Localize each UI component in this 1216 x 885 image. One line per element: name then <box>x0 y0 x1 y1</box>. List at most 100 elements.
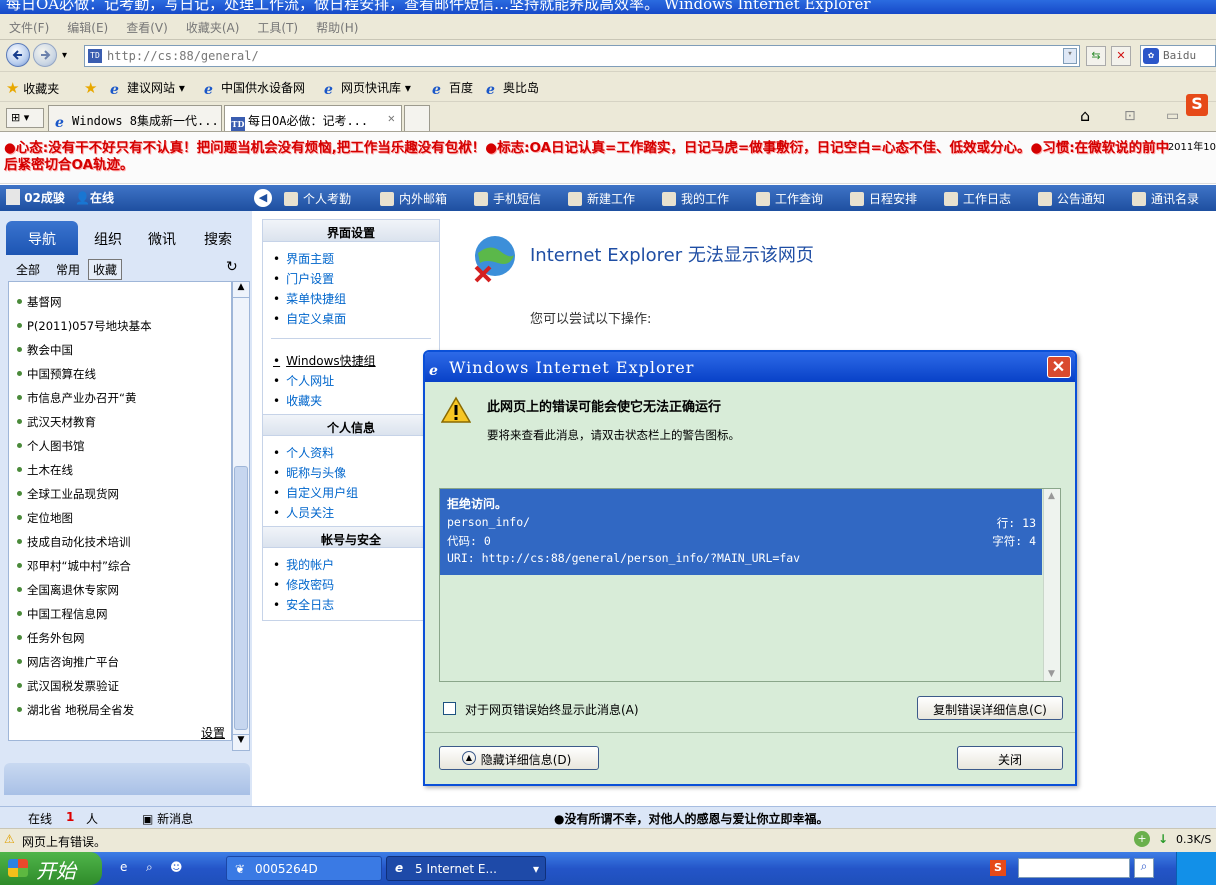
link-menu-shortcuts[interactable]: 菜单快捷组 <box>273 290 346 307</box>
taskbar-item-folder[interactable]: ❦ 0005264D <box>226 856 382 881</box>
subtab-all[interactable]: 全部 <box>16 261 40 278</box>
always-show-checkbox[interactable] <box>443 702 456 715</box>
close-button[interactable]: 关闭 <box>957 746 1063 770</box>
menu-favorites[interactable]: 收藏夹(A) <box>177 14 249 36</box>
feeds-icon[interactable]: ⊡ <box>1124 108 1136 124</box>
details-scrollbar[interactable]: ▲ ▼ <box>1043 489 1060 681</box>
forward-button[interactable] <box>33 43 57 67</box>
link-favorites[interactable]: 收藏夹 <box>273 392 322 409</box>
menu-tools[interactable]: 工具(T) <box>248 14 307 36</box>
hide-details-button[interactable]: ▲ 隐藏详细信息(D) <box>439 746 599 770</box>
link-portal[interactable]: 门户设置 <box>273 270 334 287</box>
nav-contacts[interactable]: 通讯名录 <box>1132 190 1216 207</box>
list-item[interactable]: P(2011)057号地块基本 <box>17 318 152 334</box>
tab-navigation[interactable]: 导航 <box>6 221 78 255</box>
link-follow[interactable]: 人员关注 <box>273 504 334 521</box>
nav-mail[interactable]: 内外邮箱 <box>380 190 447 207</box>
dialog-close-button[interactable]: ✕ <box>1047 356 1071 378</box>
tab-organization[interactable]: 组织 <box>82 221 134 255</box>
left-list-scrollbar[interactable]: ▲ ▼ <box>232 281 250 751</box>
favorites-center-button[interactable]: ★ 收藏夹 <box>6 79 59 97</box>
error-details-box[interactable]: 拒绝访问。 person_info/ 行: 13 代码: 0 字符: 4 URI… <box>439 488 1061 682</box>
list-item[interactable]: 中国预算在线 <box>17 366 96 382</box>
link-profile[interactable]: 个人资料 <box>273 444 334 461</box>
nav-work-log[interactable]: 工作日志 <box>944 190 1011 207</box>
nav-schedule[interactable]: 日程安排 <box>850 190 917 207</box>
back-button[interactable] <box>6 43 30 67</box>
list-item[interactable]: 中国工程信息网 <box>17 606 108 622</box>
tab-search[interactable]: 搜索 <box>192 221 244 255</box>
list-item[interactable]: 网店咨询推广平台 <box>17 654 119 670</box>
menu-view[interactable]: 查看(V) <box>117 14 177 36</box>
fav-link-suggested[interactable]: e 建议网站 ▾ <box>110 79 185 97</box>
always-show-label[interactable]: 对于网页错误始终显示此消息(A) <box>465 701 639 718</box>
menu-help[interactable]: 帮助(H) <box>307 14 367 36</box>
list-item[interactable]: 基督网 <box>17 294 62 310</box>
scroll-thumb[interactable] <box>234 466 248 730</box>
fav-link-web-slices[interactable]: e 网页快讯库 ▾ <box>324 79 411 97</box>
settings-link[interactable]: 设置 <box>201 724 225 741</box>
scroll-down-icon[interactable]: ▼ <box>233 734 249 750</box>
list-item[interactable]: 定位地图 <box>17 510 73 526</box>
list-item[interactable]: 武汉天材教育 <box>17 414 96 430</box>
tab-close-icon[interactable]: ✕ <box>388 111 395 125</box>
refresh-button[interactable]: ⇆ <box>1086 46 1106 66</box>
search-icon[interactable]: ⌕ <box>1134 858 1154 878</box>
nav-sms[interactable]: 手机短信 <box>474 190 541 207</box>
nav-my-work[interactable]: 我的工作 <box>662 190 729 207</box>
link-personal-urls[interactable]: 个人网址 <box>273 372 334 389</box>
link-nickname-avatar[interactable]: 昵称与头像 <box>273 464 346 481</box>
quick-tabs-button[interactable]: ⊞ ▾ <box>6 108 44 128</box>
start-button[interactable]: 开始 <box>0 852 102 885</box>
scroll-up-icon[interactable]: ▲ <box>233 282 249 298</box>
sogou-icon[interactable]: S <box>990 860 1006 876</box>
subtab-favorites[interactable]: 收藏 <box>88 259 123 280</box>
list-item[interactable]: 全球工业品现货网 <box>17 486 119 502</box>
menu-file[interactable]: 文件(F) <box>0 14 58 36</box>
tab-windows8[interactable]: e Windows 8集成新一代... <box>48 105 222 131</box>
list-item[interactable]: 湖北省 地税局全省发 <box>16 702 134 718</box>
collapse-left-icon[interactable]: ◀ <box>254 189 272 207</box>
online-count[interactable]: 1 <box>66 810 74 824</box>
link-windows-shortcuts[interactable]: Windows快捷组 <box>273 352 376 369</box>
link-security-log[interactable]: 安全日志 <box>273 596 334 613</box>
new-tab-button[interactable] <box>404 105 430 131</box>
refresh-icon[interactable]: ↻ <box>226 259 238 275</box>
menu-edit[interactable]: 编辑(E) <box>58 14 117 36</box>
link-my-account[interactable]: 我的帐户 <box>273 556 334 573</box>
address-dropdown-icon[interactable]: ▾ <box>1063 48 1077 64</box>
link-theme[interactable]: 界面主题 <box>273 250 334 267</box>
list-item[interactable]: 邓甲村“城中村”综合 <box>17 558 131 574</box>
sogou-icon[interactable]: S <box>1186 94 1208 116</box>
list-item[interactable]: 个人图书馆 <box>17 438 85 454</box>
scroll-down-icon[interactable]: ▼ <box>1048 669 1055 679</box>
quicklaunch-ie-icon[interactable]: e <box>120 860 127 874</box>
list-item[interactable]: 市信息产业办召开“黄 <box>16 390 136 406</box>
print-icon[interactable]: ▭ <box>1166 108 1179 124</box>
search-input[interactable]: ✿ Baidu <box>1140 45 1216 67</box>
list-item[interactable]: 土木在线 <box>17 462 73 478</box>
address-input[interactable]: TD http://cs:88/general/ ▾ <box>84 45 1080 67</box>
link-custom-desktop[interactable]: 自定义桌面 <box>273 310 346 327</box>
subtab-common[interactable]: 常用 <box>56 261 80 278</box>
fav-link-baidu[interactable]: e 百度 <box>432 79 473 97</box>
taskbar-item-ie[interactable]: e5 Internet E... ▾ <box>386 856 546 881</box>
copy-details-button[interactable]: 复制错误详细信息(C) <box>917 696 1063 720</box>
list-item[interactable]: 任务外包网 <box>17 630 85 646</box>
home-icon[interactable]: ⌂ <box>1080 106 1090 125</box>
link-change-password[interactable]: 修改密码 <box>273 576 334 593</box>
quicklaunch-qq-icon[interactable]: ☻ <box>170 860 183 874</box>
fav-link-water-supply[interactable]: e 中国供水设备网 <box>204 79 305 97</box>
tab-oa[interactable]: TD 每日OA必做：记考... ✕ <box>224 105 402 131</box>
list-item[interactable]: 武汉国税发票验证 <box>17 678 119 694</box>
warning-icon[interactable]: ⚠ <box>4 832 15 846</box>
fav-link-aobi[interactable]: e 奥比岛 <box>486 79 539 97</box>
nav-notice[interactable]: 公告通知 <box>1038 190 1105 207</box>
tab-weixun[interactable]: 微讯 <box>136 221 188 255</box>
nav-new-work[interactable]: 新建工作 <box>568 190 635 207</box>
stop-button[interactable]: ✕ <box>1111 46 1131 66</box>
scroll-up-icon[interactable]: ▲ <box>1048 491 1055 501</box>
taskbar-search-input[interactable] <box>1018 858 1130 878</box>
list-item[interactable]: 教会中国 <box>17 342 73 358</box>
link-custom-groups[interactable]: 自定义用户组 <box>273 484 358 501</box>
